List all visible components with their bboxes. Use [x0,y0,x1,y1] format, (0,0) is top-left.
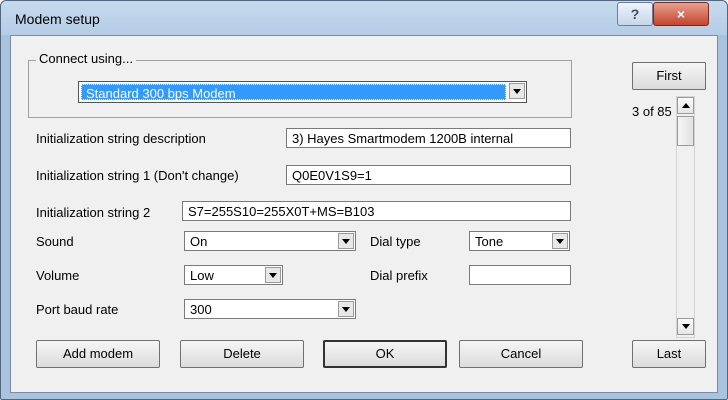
sound-select[interactable]: On [184,231,356,251]
first-button[interactable]: First [632,62,706,90]
chevron-down-icon[interactable] [265,267,281,283]
init-desc-field[interactable]: 3) Hayes Smartmodem 1200B internal [286,128,571,148]
sound-label: Sound [36,234,74,249]
cancel-label: Cancel [500,346,542,361]
record-position: 3 of 85 [632,104,672,119]
modem-select[interactable]: Standard 300 bps Modem [78,81,527,103]
dial-prefix-label: Dial prefix [370,268,428,283]
add-modem-label: Add modem [62,346,134,361]
scroll-up-icon[interactable] [677,97,694,114]
connect-using-label: Connect using... [36,51,136,66]
help-button[interactable]: ? [617,2,653,26]
first-button-label: First [656,68,682,83]
dial-type-select[interactable]: Tone [469,231,570,251]
chevron-down-icon[interactable] [552,233,568,249]
chevron-down-icon[interactable] [338,301,354,317]
init2-field[interactable]: S7=255S10=255X0T+MS=B103 [182,201,571,221]
init1-label: Initialization string 1 (Don't change) [36,168,239,183]
port-baud-label: Port baud rate [36,302,119,317]
last-button-label: Last [656,346,682,361]
scroll-thumb[interactable] [677,116,694,146]
volume-select[interactable]: Low [184,265,283,285]
port-baud-value: 300 [190,302,212,317]
window-title: Modem setup [15,11,100,27]
dial-prefix-field[interactable] [469,265,571,285]
dial-type-label: Dial type [370,234,421,249]
add-modem-button[interactable]: Add modem [36,340,160,368]
ok-label: OK [375,346,395,361]
title-bar[interactable]: Modem setup ? × [1,1,727,35]
sound-value: On [190,234,208,249]
dial-type-value: Tone [475,234,504,249]
init2-label: Initialization string 2 [36,205,151,220]
chevron-down-icon[interactable] [509,83,525,99]
close-button[interactable]: × [653,2,709,26]
delete-label: Delete [223,346,261,361]
last-button[interactable]: Last [632,340,706,368]
cancel-button[interactable]: Cancel [459,340,583,368]
volume-label: Volume [36,268,80,283]
init1-field[interactable]: Q0E0V1S9=1 [286,165,571,185]
chevron-down-icon[interactable] [338,233,354,249]
delete-button[interactable]: Delete [180,340,304,368]
selected-modem: Standard 300 bps Modem [81,84,506,101]
port-baud-select[interactable]: 300 [184,299,356,319]
volume-value: Low [190,268,214,283]
ok-button[interactable]: OK [323,340,447,368]
init-desc-label: Initialization string description [36,131,206,146]
scroll-down-icon[interactable] [677,318,694,335]
record-scrollbar[interactable] [676,96,695,338]
